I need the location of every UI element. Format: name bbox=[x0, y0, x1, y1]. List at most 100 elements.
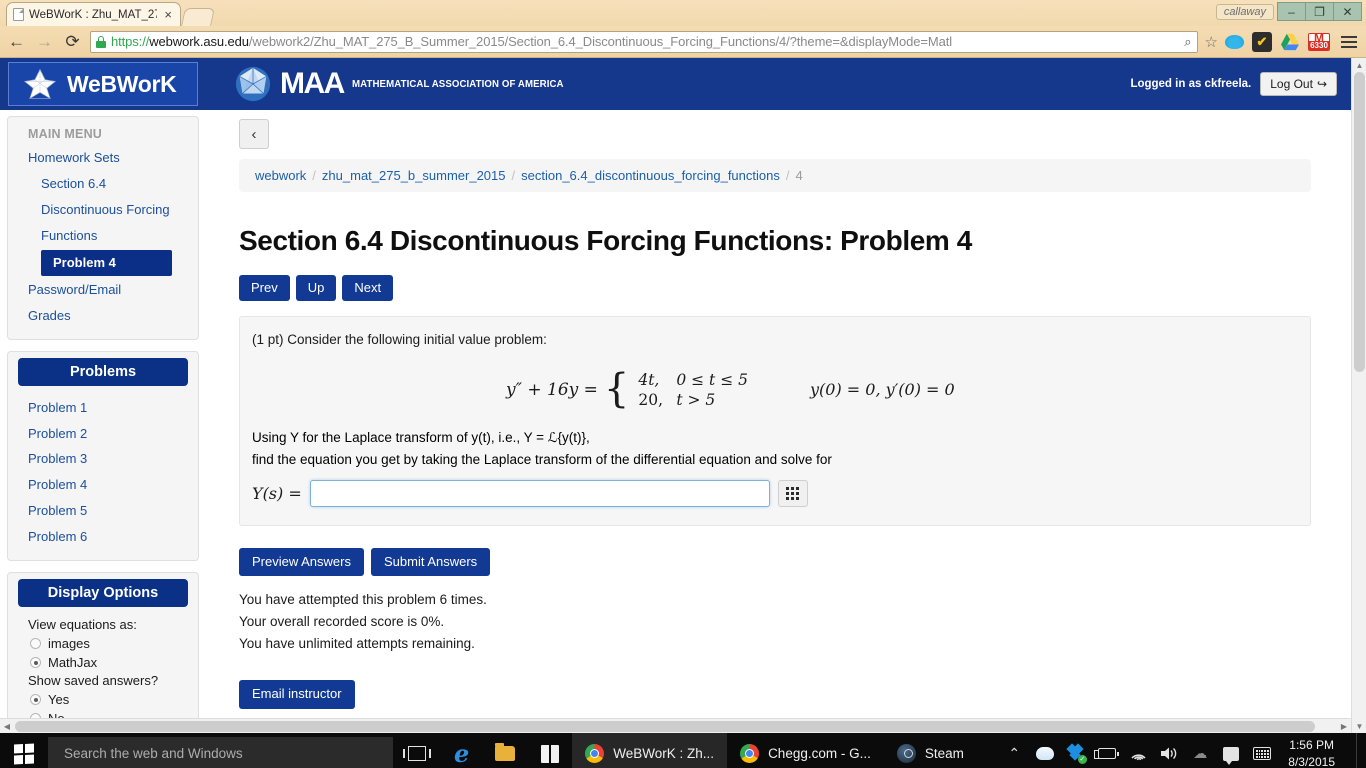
maa-icosahedron-icon bbox=[235, 66, 271, 102]
sidebar: MAIN MENU Homework Sets Section 6.4 Disc… bbox=[0, 110, 206, 733]
breadcrumb-item-course[interactable]: zhu_mat_275_b_summer_2015 bbox=[322, 168, 506, 183]
show-hidden-icons-chevron-icon[interactable]: ⌃ bbox=[1005, 745, 1023, 763]
reload-icon[interactable]: ⟳ bbox=[62, 32, 83, 52]
dark-check-extension-icon[interactable]: ✔ bbox=[1252, 31, 1272, 52]
equation-editor-button[interactable] bbox=[777, 480, 808, 508]
problem-link-4[interactable]: Problem 4 bbox=[8, 472, 198, 498]
back-icon[interactable]: ← bbox=[6, 32, 27, 52]
case-2-condition: t > 5 bbox=[676, 390, 716, 409]
maximize-button[interactable]: ❐ bbox=[1305, 2, 1334, 21]
sidebar-item-problem-4[interactable]: Problem 4 bbox=[41, 249, 172, 276]
display-options-title[interactable]: Display Options bbox=[18, 579, 188, 608]
scroll-left-icon[interactable]: ◀ bbox=[0, 719, 14, 733]
view-equations-label: View equations as: bbox=[28, 617, 137, 633]
start-button[interactable] bbox=[0, 733, 48, 768]
new-tab-button[interactable] bbox=[181, 8, 215, 26]
radio-icon-mathjax bbox=[30, 657, 41, 669]
taskbar-chrome-webwork-button[interactable]: WeBWorK : Zh... bbox=[572, 733, 728, 768]
bookmark-star-icon[interactable]: ☆ bbox=[1205, 33, 1218, 51]
scroll-up-icon[interactable]: ▲ bbox=[1352, 58, 1366, 72]
taskbar-clock[interactable]: 1:56 PM 8/3/2015 bbox=[1284, 737, 1343, 768]
vertical-scroll-thumb[interactable] bbox=[1354, 72, 1365, 372]
lock-icon bbox=[96, 35, 106, 48]
google-drive-extension-icon[interactable] bbox=[1280, 33, 1300, 51]
cloud-tray-icon[interactable]: ☁ bbox=[1191, 745, 1209, 763]
onedrive-extension-icon[interactable] bbox=[1225, 34, 1244, 49]
logout-label: Log Out bbox=[1270, 77, 1313, 91]
gmail-extension-icon[interactable]: M 6330 bbox=[1308, 32, 1330, 51]
search-icon[interactable]: ⌕ bbox=[1184, 34, 1191, 50]
radio-view-mathjax[interactable]: MathJax bbox=[8, 653, 198, 672]
close-window-button[interactable]: ✕ bbox=[1333, 2, 1362, 21]
url-host: webwork.asu.edu bbox=[149, 34, 249, 49]
problems-panel: Problems Problem 1 Problem 2 Problem 3 P… bbox=[7, 350, 199, 562]
email-instructor-button[interactable]: Email instructor bbox=[239, 680, 355, 709]
tab-close-icon[interactable]: × bbox=[162, 8, 174, 21]
radio-view-images[interactable]: images bbox=[8, 634, 198, 653]
breadcrumb-item-webwork[interactable]: webwork bbox=[255, 168, 306, 183]
store-icon bbox=[541, 744, 560, 763]
sidebar-item-grades[interactable]: Grades bbox=[8, 303, 198, 329]
scroll-right-icon[interactable]: ▶ bbox=[1337, 719, 1351, 733]
page-title: Section 6.4 Discontinuous Forcing Functi… bbox=[239, 225, 972, 256]
battery-tray-icon[interactable] bbox=[1094, 745, 1120, 763]
problem-link-2[interactable]: Problem 2 bbox=[8, 421, 198, 447]
horizontal-scroll-thumb[interactable] bbox=[15, 721, 1315, 732]
problem-nav-buttons: Prev Up Next bbox=[239, 275, 1311, 302]
taskbar-chrome-chegg-button[interactable]: Chegg.com - G... bbox=[727, 733, 884, 768]
taskbar-search-input[interactable]: Search the web and Windows bbox=[48, 736, 393, 768]
instruction-line-2: find the equation you get by taking the … bbox=[252, 451, 832, 467]
system-tray: ⌃ ✓ ☁ 1:56 PM 8/3/2015 bbox=[1005, 733, 1366, 768]
next-button[interactable]: Next bbox=[342, 275, 394, 302]
sidebar-item-section-6-4[interactable]: Section 6.4 bbox=[8, 171, 198, 197]
onedrive-tray-icon[interactable] bbox=[1036, 745, 1055, 763]
profile-button[interactable]: callaway bbox=[1215, 3, 1274, 20]
up-button[interactable]: Up bbox=[295, 275, 337, 302]
browser-tab[interactable]: WeBWorK : Zhu_MAT_275 × bbox=[6, 2, 181, 26]
collapse-sidebar-button[interactable]: ‹ bbox=[239, 119, 269, 149]
radio-saved-yes[interactable]: Yes bbox=[8, 690, 198, 709]
logout-button[interactable]: Log Out ↪ bbox=[1260, 72, 1337, 96]
case-1-condition: 0 ≤ t ≤ 5 bbox=[676, 370, 748, 389]
touch-keyboard-icon[interactable] bbox=[1253, 745, 1272, 763]
browser-menu-icon[interactable] bbox=[1338, 35, 1360, 48]
sidebar-item-functions[interactable]: Functions bbox=[8, 223, 198, 249]
prev-button[interactable]: Prev bbox=[239, 275, 290, 302]
breadcrumb-item-set[interactable]: section_6.4_discontinuous_forcing_functi… bbox=[521, 168, 780, 183]
forward-icon[interactable]: → bbox=[34, 32, 55, 52]
radio-icon-images bbox=[30, 638, 41, 650]
problem-link-1[interactable]: Problem 1 bbox=[8, 395, 198, 421]
problem-link-3[interactable]: Problem 3 bbox=[8, 446, 198, 472]
dropbox-tray-icon[interactable]: ✓ bbox=[1066, 743, 1087, 764]
task-view-button[interactable] bbox=[393, 733, 441, 768]
problem-link-5[interactable]: Problem 5 bbox=[8, 498, 198, 524]
sidebar-item-password-email[interactable]: Password/Email bbox=[8, 277, 198, 303]
problem-equation: y″ + 16y = { 4t, 0 ≤ t ≤ 5 20, t > 5 y(0… bbox=[252, 369, 1296, 409]
case-2-value: 20, bbox=[638, 390, 663, 409]
vertical-scrollbar[interactable]: ▲ ▼ bbox=[1351, 58, 1366, 733]
answer-input[interactable] bbox=[309, 480, 770, 508]
address-bar[interactable]: https://webwork.asu.edu/webwork2/Zhu_MAT… bbox=[90, 30, 1198, 53]
taskbar-file-explorer-button[interactable] bbox=[482, 733, 528, 768]
sidebar-item-homework-sets[interactable]: Homework Sets bbox=[8, 145, 198, 171]
submit-answers-button[interactable]: Submit Answers bbox=[370, 548, 491, 577]
sidebar-item-discontinuous-forcing[interactable]: Discontinuous Forcing bbox=[8, 197, 198, 223]
case-row-1: 4t, 0 ≤ t ≤ 5 bbox=[638, 371, 748, 389]
window-buttons: – ❐ ✕ bbox=[1277, 2, 1362, 21]
volume-tray-icon[interactable] bbox=[1160, 745, 1178, 763]
minimize-button[interactable]: – bbox=[1277, 2, 1306, 21]
problem-link-6[interactable]: Problem 6 bbox=[8, 524, 198, 550]
browser-title-bar: WeBWorK : Zhu_MAT_275 × callaway – ❐ ✕ bbox=[0, 0, 1366, 26]
preview-answers-button[interactable]: Preview Answers bbox=[239, 548, 364, 577]
taskbar-store-button[interactable] bbox=[528, 733, 572, 768]
scroll-down-icon[interactable]: ▼ bbox=[1352, 719, 1366, 733]
taskbar-steam-button[interactable]: Steam bbox=[884, 733, 977, 768]
show-desktop-button[interactable] bbox=[1356, 733, 1360, 768]
horizontal-scrollbar[interactable]: ◀ ▶ bbox=[0, 718, 1351, 733]
maa-subtitle: MATHEMATICAL ASSOCIATION OF AMERICA bbox=[351, 78, 564, 90]
action-center-icon[interactable] bbox=[1222, 745, 1240, 765]
taskbar-edge-button[interactable]: e bbox=[441, 733, 482, 768]
problems-panel-title[interactable]: Problems bbox=[18, 357, 188, 386]
wifi-tray-icon[interactable] bbox=[1129, 745, 1147, 763]
webwork-logo[interactable]: WeBWorK bbox=[8, 62, 198, 106]
